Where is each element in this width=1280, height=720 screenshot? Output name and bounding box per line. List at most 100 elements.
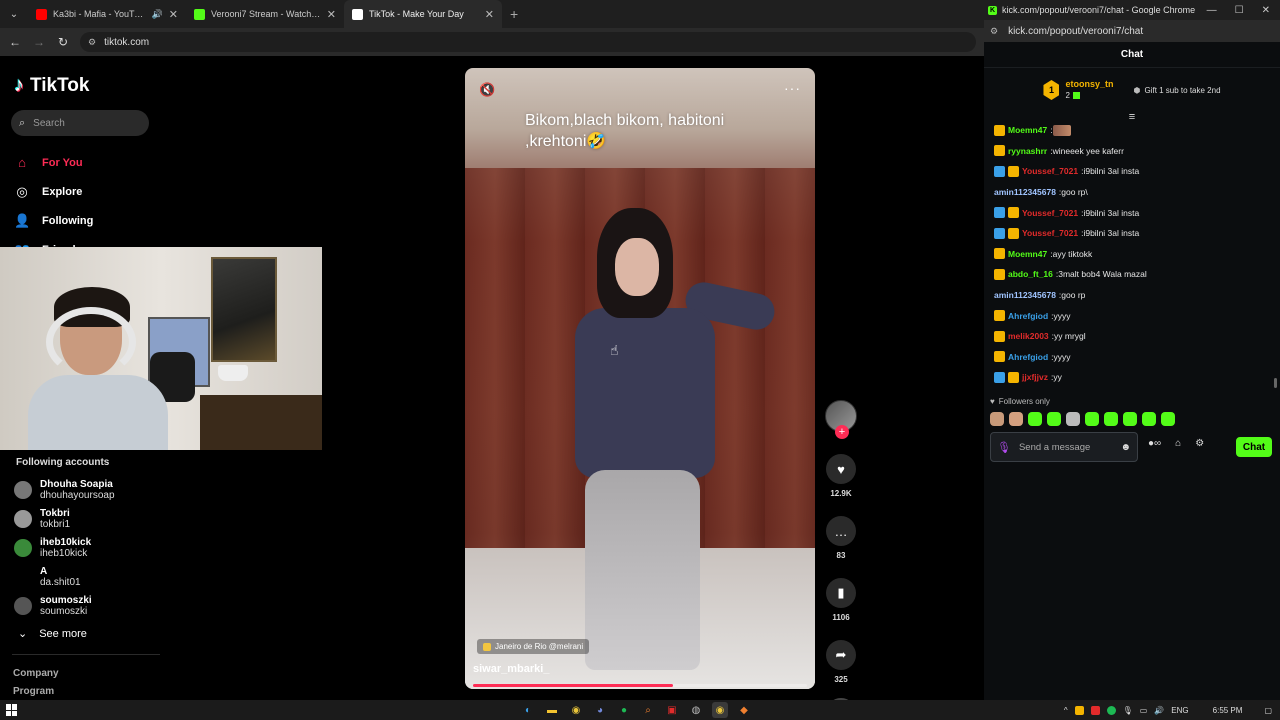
- back-arrow-icon[interactable]: ←: [8, 35, 22, 49]
- tray-app-icon[interactable]: [1074, 705, 1084, 715]
- tab-close-icon[interactable]: ✕: [485, 8, 494, 21]
- share-button[interactable]: ➦: [826, 640, 856, 670]
- emote-icon[interactable]: [1142, 412, 1156, 426]
- chat-username[interactable]: Youssef_7021: [1022, 208, 1078, 218]
- close-icon[interactable]: ✕: [1262, 5, 1270, 16]
- gift-sub-prompt[interactable]: ⬢ Gift 1 sub to take 2nd: [1133, 86, 1220, 95]
- video-player[interactable]: Bikom,blach bikom, habitoni ,krehtoni🤣 🔇…: [465, 68, 815, 689]
- following-account[interactable]: soumoszki soumoszki: [14, 591, 164, 620]
- discord-icon[interactable]: ◕: [592, 702, 608, 718]
- search-input[interactable]: ⌕ Search: [11, 110, 149, 136]
- tray-chevron-icon[interactable]: ^: [1064, 706, 1068, 715]
- emote-icon[interactable]: [1123, 412, 1137, 426]
- chat-username[interactable]: abdo_ft_16: [1008, 269, 1053, 279]
- forward-arrow-icon[interactable]: →: [32, 35, 46, 49]
- chevron-down-icon: ⌄: [18, 628, 28, 640]
- file-explorer-icon[interactable]: ▬: [544, 702, 560, 718]
- following-account[interactable]: Dhouha Soapia dhouhayoursoap: [14, 475, 164, 504]
- footer-link-program[interactable]: Program: [13, 686, 54, 697]
- tiktok-logo[interactable]: ♪ TikTok: [14, 74, 89, 97]
- message-input[interactable]: 🎙 Send a message ☻: [990, 432, 1138, 462]
- following-account[interactable]: Tokbri tokbri1: [14, 504, 164, 533]
- mic-tray-icon[interactable]: 🎙: [1123, 706, 1133, 715]
- spotify-icon[interactable]: ●: [616, 702, 632, 718]
- follow-plus-icon[interactable]: +: [835, 425, 849, 439]
- sidebar-item-for-you[interactable]: ⌂ For You: [14, 148, 164, 177]
- chrome-icon[interactable]: ◉: [568, 702, 584, 718]
- clock[interactable]: 6:55 PM: [1213, 706, 1243, 715]
- obs-icon[interactable]: ◆: [736, 702, 752, 718]
- send-chat-button[interactable]: Chat: [1236, 437, 1272, 457]
- tab-close-icon[interactable]: ✕: [169, 8, 178, 21]
- chat-username[interactable]: Ahrefgiod: [1008, 352, 1048, 362]
- browser-tab[interactable]: Verooni7 Stream - Watch Live o ✕: [186, 0, 344, 28]
- top-gifter-name[interactable]: etoonsy_tn: [1065, 79, 1113, 90]
- emote-icon[interactable]: [990, 412, 1004, 426]
- chat-username[interactable]: ryynashrr: [1008, 146, 1047, 156]
- gear-icon[interactable]: ⚙: [1195, 438, 1204, 449]
- tray-app-icon[interactable]: [1106, 705, 1116, 715]
- tab-audio-icon[interactable]: 🔊: [152, 9, 163, 20]
- tab-search-chevron-icon[interactable]: ⌄: [0, 0, 28, 28]
- emote-icon[interactable]: [1161, 412, 1175, 426]
- save-button[interactable]: ▮: [826, 578, 856, 608]
- store-icon[interactable]: ⌂: [1175, 438, 1181, 449]
- emote-icon[interactable]: [1104, 412, 1118, 426]
- site-info-icon[interactable]: ⚙: [88, 37, 96, 48]
- microphone-icon[interactable]: 🎙: [997, 441, 1011, 454]
- notifications-icon[interactable]: ▢: [1264, 706, 1272, 715]
- comment-button[interactable]: …: [826, 516, 856, 546]
- url-field[interactable]: ⚙ tiktok.com: [80, 32, 976, 52]
- chat-username[interactable]: amin112345678: [994, 187, 1056, 197]
- video-progress-bar[interactable]: [473, 684, 807, 687]
- like-button[interactable]: ♥: [826, 454, 856, 484]
- chat-username[interactable]: Moemn47: [1008, 249, 1047, 259]
- reload-icon[interactable]: ↻: [56, 35, 70, 49]
- chat-scrollbar[interactable]: [1274, 378, 1277, 388]
- mute-icon[interactable]: 🔇: [479, 82, 495, 98]
- chat-username[interactable]: amin112345678: [994, 290, 1056, 300]
- maximize-icon[interactable]: ☐: [1235, 5, 1244, 16]
- network-icon[interactable]: ▭: [1140, 706, 1148, 715]
- chrome-active-icon[interactable]: ◉: [712, 702, 728, 718]
- search-app-icon[interactable]: ⌕: [640, 702, 656, 718]
- emote-icon[interactable]: [1066, 412, 1080, 426]
- video-author[interactable]: siwar_mbarki_: [473, 663, 549, 675]
- emote-icon[interactable]: [1009, 412, 1023, 426]
- volume-icon[interactable]: 🔊: [1154, 706, 1164, 715]
- sidebar-item-following[interactable]: 👤 Following: [14, 206, 164, 235]
- tray-app-icon[interactable]: [1090, 705, 1100, 715]
- emote-icon[interactable]: [1028, 412, 1042, 426]
- emoji-icon[interactable]: ☻: [1120, 442, 1131, 453]
- following-account[interactable]: Ada.shit01: [14, 562, 164, 591]
- browser-tab[interactable]: Ka3bi - Mafia - YouTube 🔊 ✕: [28, 0, 186, 28]
- browser-tab[interactable]: TikTok - Make Your Day ✕: [344, 0, 502, 28]
- chat-username[interactable]: Moemn47: [1008, 125, 1047, 135]
- chat-url-bar[interactable]: ⚙ kick.com/popout/verooni7/chat: [984, 20, 1280, 42]
- more-options-icon[interactable]: ···: [784, 80, 801, 96]
- windows-start-icon[interactable]: [6, 704, 18, 716]
- music-tag[interactable]: Janeiro de Rio @melrani: [477, 639, 590, 654]
- edge-icon[interactable]: ◐: [520, 702, 536, 718]
- kick-points-icon[interactable]: ●∞: [1148, 438, 1161, 449]
- site-info-icon[interactable]: ⚙: [990, 26, 998, 37]
- chat-username[interactable]: Youssef_7021: [1022, 228, 1078, 238]
- chat-username[interactable]: Ahrefgiod: [1008, 311, 1048, 321]
- emote-icon[interactable]: [1047, 412, 1061, 426]
- new-tab-button[interactable]: +: [502, 6, 526, 22]
- see-more-button[interactable]: ⌄ See more: [18, 627, 87, 641]
- minimize-icon[interactable]: —: [1207, 5, 1217, 16]
- following-account[interactable]: iheb10kick iheb10kick: [14, 533, 164, 562]
- chat-message: Ahrefgiod: yyyy: [994, 347, 1270, 368]
- tab-close-icon[interactable]: ✕: [327, 8, 336, 21]
- sidebar-item-explore[interactable]: ◎ Explore: [14, 177, 164, 206]
- chat-username[interactable]: jjxfjjvz: [1022, 372, 1048, 382]
- chat-username[interactable]: melik2003: [1008, 331, 1049, 341]
- steam-icon[interactable]: ◍: [688, 702, 704, 718]
- creator-avatar[interactable]: +: [825, 400, 857, 439]
- emote-icon[interactable]: [1085, 412, 1099, 426]
- chat-username[interactable]: Youssef_7021: [1022, 166, 1078, 176]
- language-indicator[interactable]: ENG: [1171, 706, 1188, 715]
- footer-link-company[interactable]: Company: [13, 668, 59, 679]
- media-app-icon[interactable]: ▣: [664, 702, 680, 718]
